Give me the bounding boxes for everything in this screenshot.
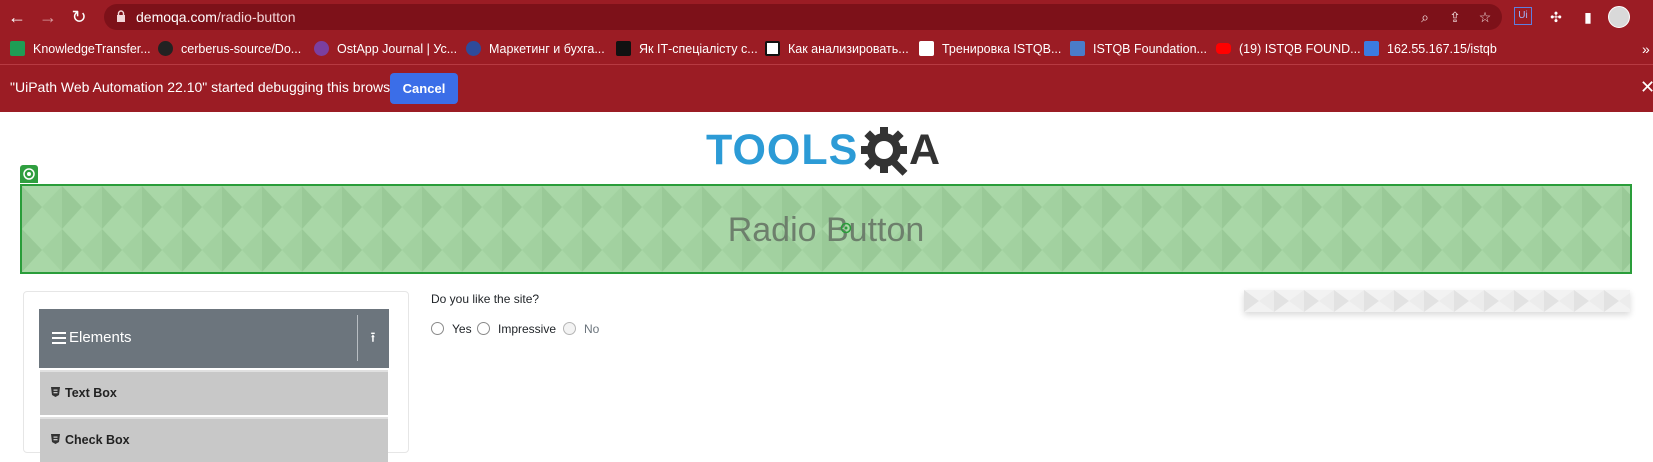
bookmark-item[interactable]: (19) ISTQB FOUND... [1216,41,1361,59]
share-icon[interactable]: ⇪ [1446,9,1464,25]
gear-magnifier-icon [861,127,908,176]
st-icon [1364,41,1379,56]
radio-label[interactable]: Impressive [498,322,556,336]
html-shield-icon [51,434,60,444]
profile-avatar[interactable] [1608,6,1630,28]
bookmark-item[interactable]: 162.55.167.15/istqb [1364,41,1497,59]
ad-pattern [1244,290,1630,312]
back-arrow-icon[interactable]: ← [6,6,28,28]
extensions-puzzle-icon[interactable]: ✣ [1546,7,1566,27]
selection-target-icon [20,165,38,183]
ostapp-icon [314,41,329,56]
star-badge-icon [466,41,481,56]
toolsqa-logo[interactable]: TOOLS A [706,124,951,180]
bookmark-item[interactable]: Маркетинг и бухга... [466,41,605,59]
uipath-extension-icon[interactable]: Ui [1514,7,1532,25]
page-header-banner: Radio Button [20,184,1632,274]
bookmark-item[interactable]: Как анализировать... [765,41,909,59]
elements-group-header[interactable]: Elements ⭱ [39,309,389,368]
address-url: demoqa.com/radio-button [136,9,296,25]
dou-icon [616,41,631,56]
bookmark-item[interactable]: ISTQB Foundation... [1070,41,1207,59]
bookmarks-bar: KnowledgeTransfer... cerberus-source/Do.… [0,34,1653,64]
bookmark-item[interactable]: OstApp Journal | Ус... [314,41,457,59]
sidebar-item-label: Check Box [65,433,130,447]
radio-impressive[interactable]: Impressive [477,322,556,338]
radio-circle[interactable] [477,322,490,335]
radio-no[interactable]: No [563,322,599,338]
browser-toolbar: ← → ↻ demoqa.com/radio-button ⌕ ⇪ ☆ Ui ✣… [0,0,1653,34]
forward-arrow-icon[interactable]: → [37,6,59,28]
cancel-button[interactable]: Cancel [390,73,458,104]
bookmark-item[interactable]: Тренировка ISTQB... [919,41,1061,59]
github-icon [158,41,173,56]
radio-label[interactable]: Yes [452,322,472,336]
sidebar-item-text-box[interactable]: Text Box [40,370,388,415]
logo-text: TOOLS [706,126,859,174]
logo-text-a: A [909,126,941,174]
document-icon [919,41,934,56]
radio-circle[interactable] [431,322,444,335]
ad-banner[interactable] [1244,290,1630,312]
html-shield-icon [51,387,60,397]
group-label: Elements [69,329,132,346]
bookmark-item[interactable]: cerberus-source/Do... [158,41,301,59]
hamburger-icon [52,332,66,344]
sidebar-item-label: Text Box [65,386,117,400]
youtube-icon [1216,43,1231,54]
crosshair-icon [840,222,852,234]
flower-icon [765,41,780,56]
page-title: Radio Button [727,211,925,249]
bookmarks-overflow-icon[interactable]: » [1642,41,1650,59]
header-divider [357,315,358,361]
radio-label: No [584,322,600,336]
radio-circle[interactable] [563,322,576,335]
green-grid-icon [10,41,25,56]
burst-icon [1070,41,1085,56]
zoom-icon[interactable]: ⌕ [1416,9,1434,25]
close-icon[interactable]: ✕ [1640,77,1653,98]
address-bar[interactable]: demoqa.com/radio-button ⌕ ⇪ ☆ [104,4,1502,30]
debugging-infobar: "UiPath Web Automation 22.10" started de… [0,64,1653,112]
radio-yes[interactable]: Yes [431,322,472,338]
lock-icon [117,10,125,22]
question-text: Do you like the site? [431,292,540,306]
infobar-message: "UiPath Web Automation 22.10" started de… [10,79,403,95]
collapse-arrow-icon[interactable]: ⭱ [363,326,383,348]
side-panel-icon[interactable]: ▮ [1578,7,1598,27]
reload-icon[interactable]: ↻ [68,6,90,28]
bookmark-item[interactable]: KnowledgeTransfer... [10,41,151,59]
bookmark-star-icon[interactable]: ☆ [1476,9,1494,25]
bookmark-item[interactable]: Як ІТ-спеціалісту с... [616,41,758,59]
